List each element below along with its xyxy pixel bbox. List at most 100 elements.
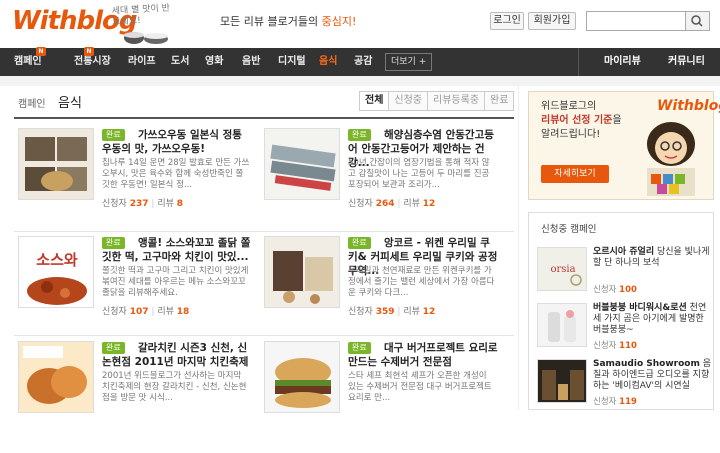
applicants-label: 신청자 [593,285,617,295]
campaign-description: 쫄깃한 떡과 고구마 그리고 치킨이 맛있게 볶여진 세대를 아우르는 메뉴 소… [102,266,249,298]
status-badge: 완료 [348,129,371,141]
applicants-count: 107 [129,307,149,317]
new-badge: N [36,47,46,56]
row-divider [14,335,514,336]
campaign-stats: 신청자 237 | 리뷰 8 [102,199,184,209]
status-badge: 완료 [102,237,125,249]
search-button[interactable] [686,11,710,31]
promo-line-1: 위드블로그의 [541,101,597,112]
nav-my-review[interactable]: 마이리뷰 [604,48,641,76]
tab-all[interactable]: 전체 [360,92,389,110]
applicants-count: 237 [129,199,149,209]
login-button[interactable]: 로그인 [490,12,524,30]
sidebar-campaign-item[interactable]: Samaudio Showroom 음질과 하이엔드급 오디오를 지향하는 '베… [537,359,713,417]
campaign-stats: 신청자 264 | 리뷰 12 [348,199,436,209]
nav-label: 전통시장 [74,56,111,67]
campaign-card[interactable]: 갈라치킨 시즌3 신천, 신논현점 2011년 마지막 치킨축제 완료 2001… [14,341,254,453]
applicants-count: 359 [375,307,395,317]
applicants-label: 신청자 [593,341,617,351]
reviews-count: 18 [176,307,190,317]
tab-completed[interactable]: 완료 [484,92,514,110]
sidebar-thumbnail[interactable]: orsia [537,247,587,291]
nav-digital[interactable]: 디지털 [278,48,306,76]
status-badge: 완료 [102,129,125,141]
reviews-count: 12 [422,199,436,209]
tab-review-registering[interactable]: 리뷰등록중 [427,92,485,110]
reviews-label: 리뷰 [403,199,420,209]
sidebar-campaign-name: Samaudio Showroom [593,359,700,369]
campaign-card[interactable]: 대구 버거프로젝트 요리로 만드는 수제버거 전문점 완료 스타 셰프 최현석 … [260,341,500,453]
breadcrumb[interactable]: 캠페인 [18,95,46,110]
page-title: 음식 [58,96,82,111]
sidebar-campaign-title: Samaudio Showroom 음질과 하이엔드급 오디오를 지향하는 '베… [593,359,713,392]
campaign-thumbnail[interactable] [18,341,94,413]
sidebar-stats: 신청자 110 [593,339,637,351]
applicants-count: 119 [619,397,637,407]
column-divider [518,86,519,410]
reviews-label: 리뷰 [403,307,420,317]
tagline-prefix: 모든 리뷰 블로거들의 [220,15,322,28]
nav-music[interactable]: 음반 [242,48,260,76]
campaign-thumbnail[interactable] [264,128,340,200]
status-badge: 완료 [102,342,125,354]
campaign-description: 2001년 위드블로그가 선사하는 마지막 치킨축제의 현장 갈라치킨 - 신천… [102,371,247,403]
sidebar-campaign-title: 오르시아 쥬얼리 당신을 빛나게 할 단 하나의 보석 [593,247,713,269]
sidebar-thumbnail[interactable] [537,303,587,347]
more-button[interactable]: 더보기 + [385,53,433,71]
sidebar-campaign-item[interactable]: orsia 오르시아 쥬얼리 당신을 빛나게 할 단 하나의 보석 신청자 10… [537,247,713,305]
applicants-label: 신청자 [593,397,617,407]
campaign-description: 스타 셰프 최현석 셰프가 오픈한 개성이 있는 수제버거 전문점 대구 버거프… [348,371,492,403]
campaign-thumbnail[interactable] [264,341,340,413]
tab-applying[interactable]: 신청중 [388,92,428,110]
panel-title: 신청중 캠페인 [541,224,597,235]
tagline-highlight: 중심지! [321,15,357,28]
nav-divider [578,48,579,76]
nav-traditional-market[interactable]: 전통시장 N [74,47,111,76]
sidebar-stats: 신청자 100 [593,283,637,295]
promo-highlight: 리뷰어 선정 기준 [541,115,613,126]
nav-life[interactable]: 라이프 [128,48,156,76]
filter-tabs: 전체 신청중 리뷰등록중 완료 [359,91,515,111]
status-badge: 완료 [348,342,371,354]
nav-empathy[interactable]: 공감 [354,48,372,76]
nav-books[interactable]: 도서 [171,48,189,76]
new-badge: N [84,47,94,56]
applicants-label: 신청자 [102,199,127,209]
sidebar-stats: 신청자 119 [593,395,637,407]
campaign-thumbnail[interactable] [18,128,94,200]
campaign-card[interactable]: 앙코르 - 위켄 우리밀 쿠키& 커피세트 우리밀 쿠키와 공정무역... 완료… [260,236,500,348]
nav-food[interactable]: 음식 [319,48,337,76]
search-input[interactable] [586,11,686,31]
campaign-card[interactable]: 가쓰오우동 일본식 정통 우동의 맛, 가쓰오우동! 완료 칩나루 14일 운면… [14,128,254,240]
nav-campaign[interactable]: 캠페인 N [14,47,46,76]
nav-community[interactable]: 커뮤니티 [668,48,705,76]
header: Withblog 세대 별 맛이 반드세요! 모든 리뷰 블로거들의 중심지! … [0,0,720,48]
sidebar-campaign-item[interactable]: 버블붕붕 바디워시&로션 천연 세 가지 곰은 아기에게 발명한 버블붕붕~ 신… [537,303,713,361]
tagline: 모든 리뷰 블로거들의 중심지! [220,13,356,29]
food-bowls-illustration [124,32,168,44]
svg-text:소스와: 소스와 [36,251,78,269]
campaign-stats: 신청자 359 | 리뷰 12 [348,307,436,317]
reviewer-criteria-banner[interactable]: Withblog 위드블로그의 리뷰어 선정 기준을 알려드립니다! 자세히보기 [528,91,720,200]
sidebar-thumbnail[interactable] [537,359,587,403]
row-divider [14,231,514,232]
campaign-card[interactable]: 해양심층수염 안동간고등어 안동간고등어가 제안하는 건강... 완료 50년 … [260,128,500,240]
reviewer-character-illustration [647,122,695,196]
sidebar-campaign-name: 버블붕붕 바디워시&로션 [593,303,687,313]
campaign-description: 칩나루 14일 운면 28일 발효로 만든 가쓰오부시, 맛은 육수와 함께 숙… [102,158,250,190]
campaign-stats: 신청자 107 | 리뷰 18 [102,307,190,317]
list-top-rule [14,117,514,119]
campaign-thumbnail[interactable] [264,236,340,308]
applying-campaigns-panel: 신청중 캠페인 orsia 오르시아 쥬얼리 당신을 빛나게 할 단 하나의 보… [528,212,714,410]
campaign-card[interactable]: 소스와 앵콜! 소스와꼬꼬 졸닭 쫄깃한 떡, 고구마와 치킨이 맛있... 완… [14,236,254,348]
reviews-label: 리뷰 [157,307,174,317]
view-details-button[interactable]: 자세히보기 [541,165,609,183]
applicants-label: 신청자 [102,307,127,317]
slogan-text: 세대 별 맛이 반드세요! [111,3,171,28]
nav-movies[interactable]: 영화 [205,48,223,76]
campaign-thumbnail[interactable]: 소스와 [18,236,94,308]
campaign-description: 50년 간잡이의 염장기법을 통해 적자 않고 감칠맛이 나는 고등어 두 마리… [348,158,490,190]
promo-logo: Withblog [657,98,720,114]
signup-button[interactable]: 회원가입 [528,12,576,30]
sidebar-campaign-title: 버블붕붕 바디워시&로션 천연 세 가지 곰은 아기에게 발명한 버블붕붕~ [593,303,713,336]
